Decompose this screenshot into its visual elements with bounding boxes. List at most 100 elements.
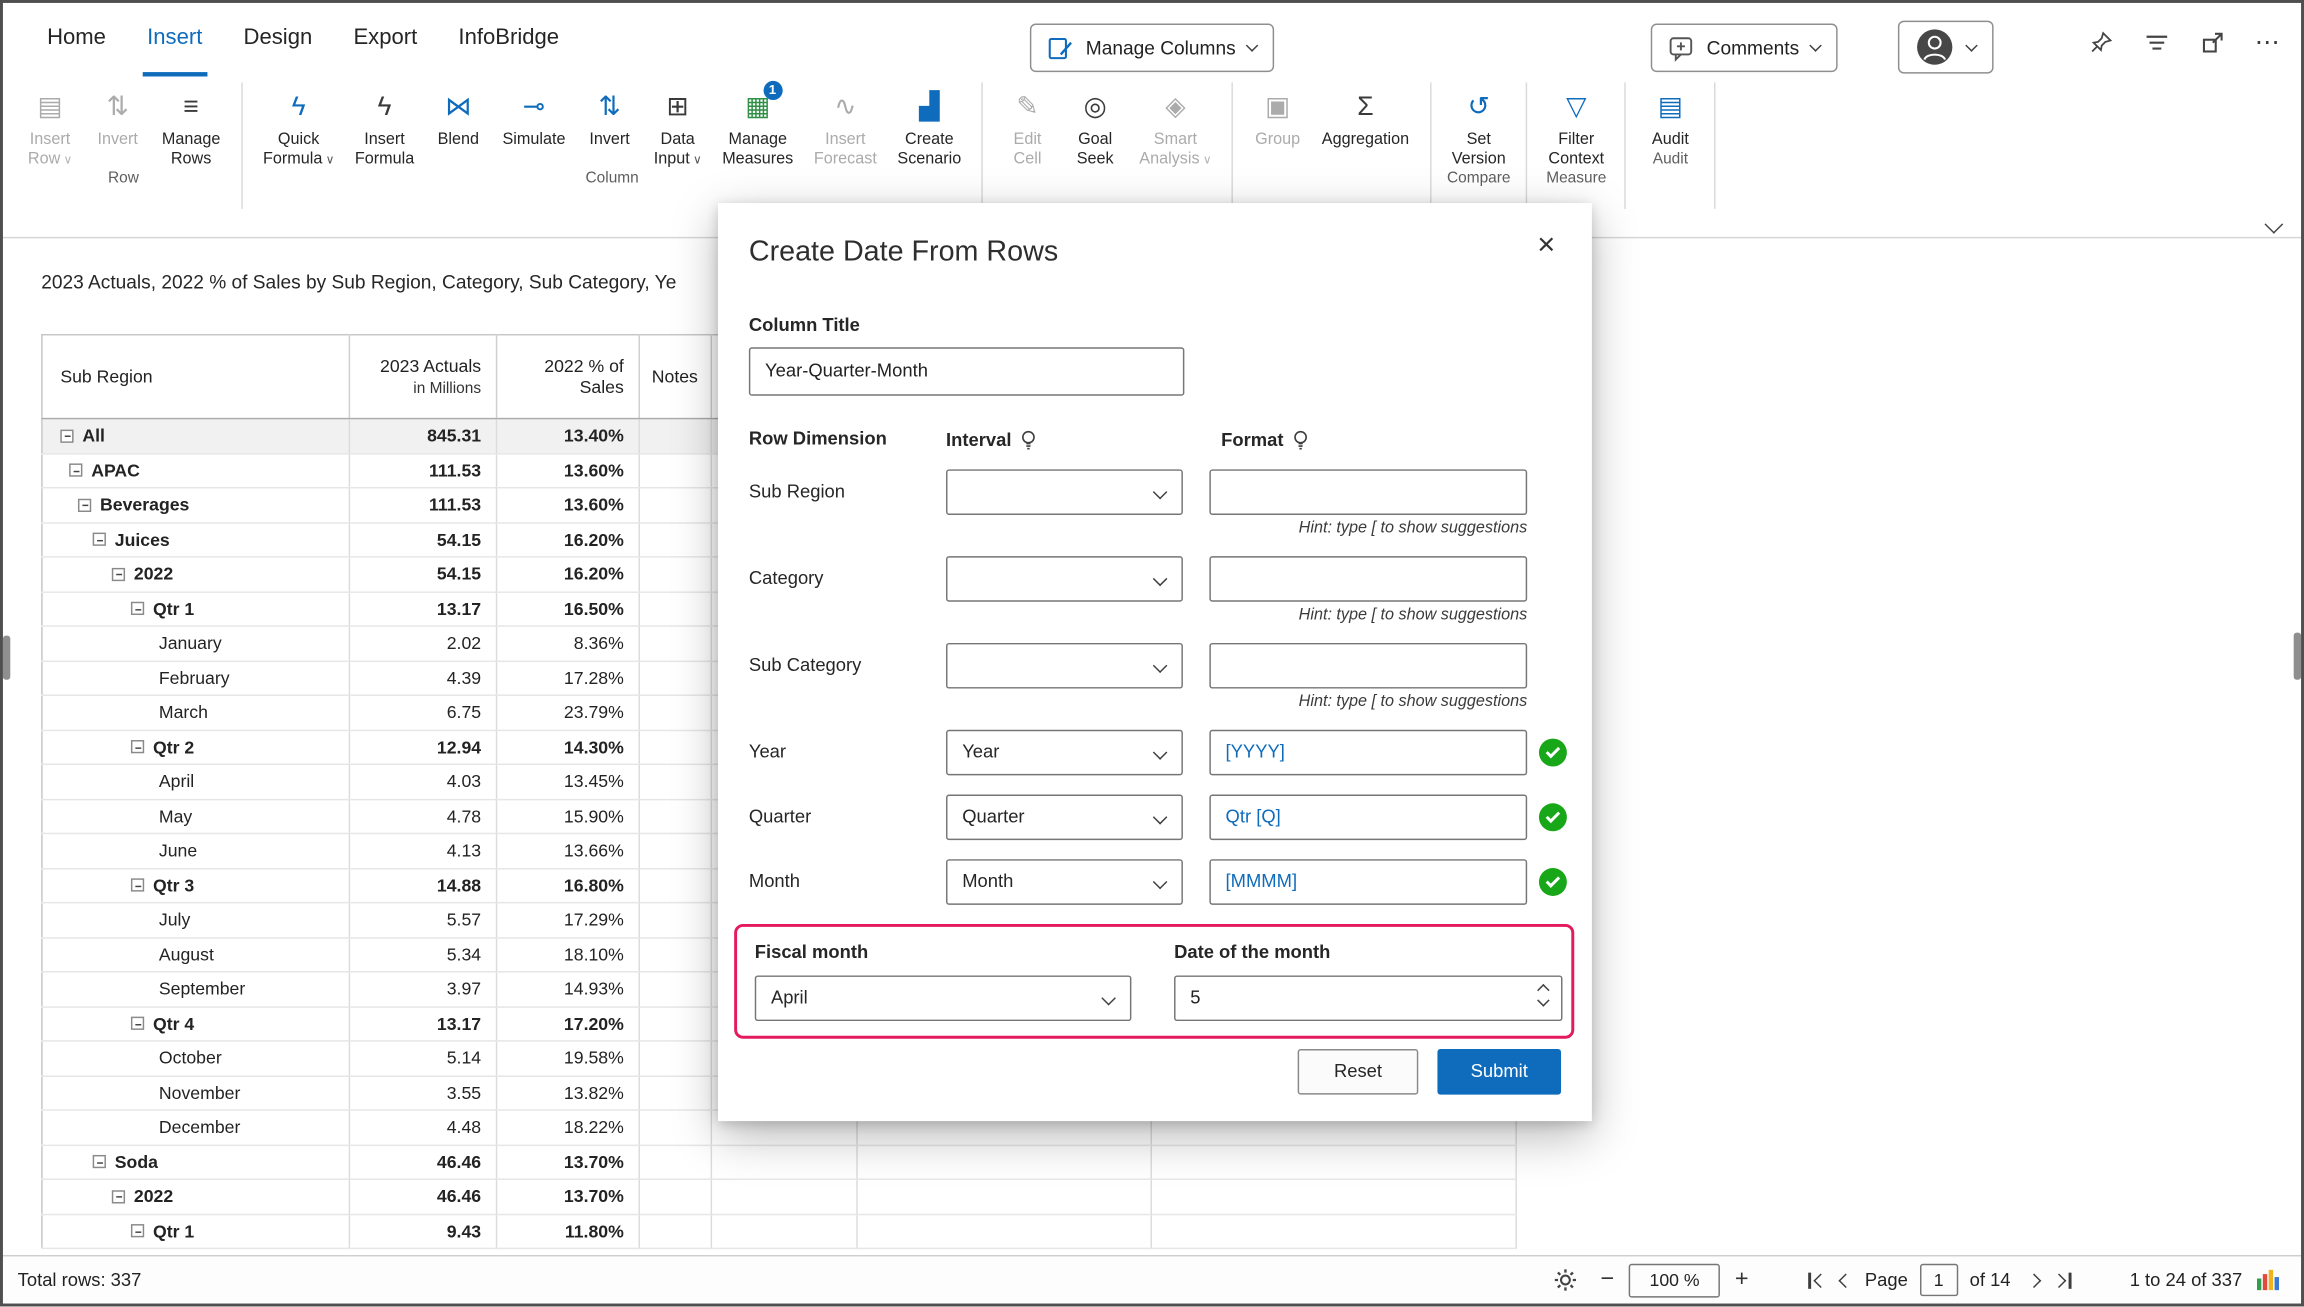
submit-button[interactable]: Submit <box>1437 1049 1561 1095</box>
pct-of-sales-cell[interactable]: 13.70% <box>497 1145 640 1180</box>
pct-of-sales-cell[interactable]: 17.20% <box>497 1006 640 1041</box>
fiscal-month-select[interactable]: April <box>755 975 1132 1021</box>
notes-cell[interactable] <box>639 1179 711 1214</box>
ribbon-button[interactable]: ⇅ Invert <box>576 79 644 169</box>
dimension-cell[interactable]: Qtr 4 <box>42 1006 349 1041</box>
notes-cell[interactable] <box>639 453 711 488</box>
empty-cell[interactable] <box>1151 1214 1516 1249</box>
format-input[interactable] <box>1209 556 1527 602</box>
tab-infobridge[interactable]: InfoBridge <box>454 3 563 77</box>
actuals-cell[interactable]: 845.31 <box>349 419 496 454</box>
dimension-cell[interactable]: Soda <box>42 1145 349 1180</box>
actuals-cell[interactable]: 5.57 <box>349 903 496 938</box>
notes-cell[interactable] <box>639 695 711 730</box>
pct-of-sales-cell[interactable]: 19.58% <box>497 1041 640 1076</box>
ribbon-button[interactable]: ↺ Set Version <box>1441 79 1516 169</box>
ribbon-button[interactable]: ▦1 Manage Measures <box>712 79 804 169</box>
ribbon-button[interactable]: ▤ Insert Row <box>16 79 84 169</box>
actuals-cell[interactable]: 111.53 <box>349 488 496 523</box>
interval-select[interactable] <box>946 643 1183 689</box>
collapse-icon[interactable] <box>93 1155 106 1168</box>
ribbon-button[interactable]: ϟ Insert Formula <box>345 79 425 169</box>
column-title-input[interactable]: Year-Quarter-Month <box>749 347 1184 396</box>
actuals-cell[interactable]: 111.53 <box>349 453 496 488</box>
column-header-notes[interactable]: Notes <box>639 335 711 419</box>
actuals-cell[interactable]: 4.13 <box>349 833 496 868</box>
dimension-cell[interactable]: All <box>42 419 349 454</box>
table-row[interactable]: 2022 46.46 13.70% <box>42 1179 1516 1214</box>
collapse-icon[interactable] <box>60 429 73 442</box>
dimension-cell[interactable]: Qtr 1 <box>42 591 349 626</box>
pct-of-sales-cell[interactable]: 14.30% <box>497 730 640 765</box>
dimension-cell[interactable]: Qtr 2 <box>42 730 349 765</box>
notes-cell[interactable] <box>639 488 711 523</box>
actuals-cell[interactable]: 46.46 <box>349 1179 496 1214</box>
notes-cell[interactable] <box>639 903 711 938</box>
interval-select[interactable] <box>946 469 1183 515</box>
notes-cell[interactable] <box>639 661 711 696</box>
notes-cell[interactable] <box>639 1041 711 1076</box>
interval-select[interactable]: Month <box>946 859 1183 905</box>
dimension-cell[interactable]: April <box>42 764 349 799</box>
pct-of-sales-cell[interactable]: 13.66% <box>497 833 640 868</box>
dimension-cell[interactable]: APAC <box>42 453 349 488</box>
dimension-cell[interactable]: December <box>42 1110 349 1145</box>
pct-of-sales-cell[interactable]: 13.40% <box>497 419 640 454</box>
notes-cell[interactable] <box>639 937 711 972</box>
notes-cell[interactable] <box>639 799 711 834</box>
actuals-cell[interactable]: 46.46 <box>349 1145 496 1180</box>
chart-icon[interactable] <box>2257 1270 2281 1291</box>
empty-cell[interactable] <box>1151 1179 1516 1214</box>
notes-cell[interactable] <box>639 868 711 903</box>
actuals-cell[interactable]: 54.15 <box>349 522 496 557</box>
column-header-sub-region[interactable]: Sub Region <box>42 335 349 419</box>
empty-cell[interactable] <box>711 1145 857 1180</box>
pct-of-sales-cell[interactable]: 13.45% <box>497 764 640 799</box>
more-options-icon[interactable]: ⋯ <box>2255 29 2280 54</box>
collapse-icon[interactable] <box>93 533 106 546</box>
pct-of-sales-cell[interactable]: 16.50% <box>497 591 640 626</box>
format-input[interactable]: [MMMM] <box>1209 859 1527 905</box>
collapse-icon[interactable] <box>131 1224 144 1237</box>
pct-of-sales-cell[interactable]: 17.28% <box>497 661 640 696</box>
ribbon-button[interactable]: ≡ Manage Rows <box>152 79 231 169</box>
pane-splitter-handle-left[interactable] <box>3 636 10 680</box>
format-input[interactable] <box>1209 469 1527 515</box>
empty-cell[interactable] <box>1151 1145 1516 1180</box>
interval-select[interactable]: Year <box>946 730 1183 776</box>
last-page-button[interactable] <box>2053 1272 2071 1288</box>
number-stepper[interactable] <box>1539 986 1548 1005</box>
actuals-cell[interactable]: 6.75 <box>349 695 496 730</box>
pct-of-sales-cell[interactable]: 13.82% <box>497 1075 640 1110</box>
previous-page-button[interactable] <box>1840 1275 1850 1285</box>
dimension-cell[interactable]: March <box>42 695 349 730</box>
ribbon-button[interactable]: Σ Aggregation <box>1311 79 1419 150</box>
empty-cell[interactable] <box>711 1179 857 1214</box>
pct-of-sales-cell[interactable]: 13.60% <box>497 453 640 488</box>
open-in-new-window-icon[interactable] <box>2200 29 2225 54</box>
dimension-cell[interactable]: January <box>42 626 349 661</box>
actuals-cell[interactable]: 2.02 <box>349 626 496 661</box>
dimension-cell[interactable]: 2022 <box>42 1179 349 1214</box>
table-row[interactable]: Soda 46.46 13.70% <box>42 1145 1516 1180</box>
actuals-cell[interactable]: 4.03 <box>349 764 496 799</box>
actuals-cell[interactable]: 12.94 <box>349 730 496 765</box>
empty-cell[interactable] <box>857 1145 1151 1180</box>
ribbon-button[interactable]: ϟ Quick Formula <box>253 79 345 169</box>
collapse-icon[interactable] <box>131 740 144 753</box>
notes-cell[interactable] <box>639 764 711 799</box>
collapse-icon[interactable] <box>131 1017 144 1030</box>
ribbon-button[interactable]: ▟ Create Scenario <box>887 79 971 169</box>
collapse-icon[interactable] <box>112 1190 125 1203</box>
zoom-in-button[interactable]: + <box>1735 1267 1749 1293</box>
pct-of-sales-cell[interactable]: 11.80% <box>497 1214 640 1249</box>
reset-button[interactable]: Reset <box>1298 1049 1419 1095</box>
empty-cell[interactable] <box>711 1214 857 1249</box>
column-header-2022-pct-of-sales[interactable]: 2022 % ofSales <box>497 335 640 419</box>
collapse-icon[interactable] <box>131 879 144 892</box>
notes-cell[interactable] <box>639 591 711 626</box>
dimension-cell[interactable]: August <box>42 937 349 972</box>
settings-gear-icon[interactable] <box>1553 1268 1577 1292</box>
interval-select[interactable] <box>946 556 1183 602</box>
actuals-cell[interactable]: 5.34 <box>349 937 496 972</box>
